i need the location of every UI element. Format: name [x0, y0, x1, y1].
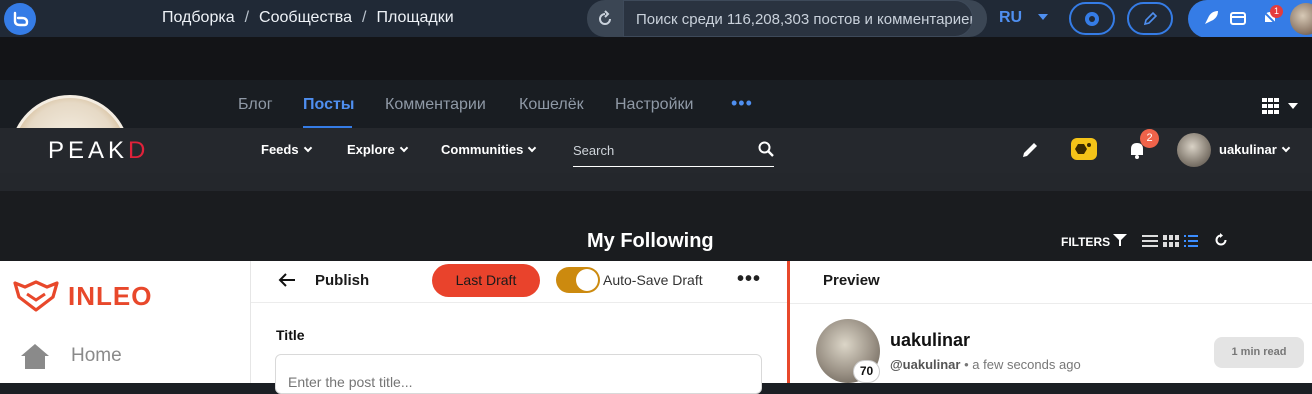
grid-view-icon[interactable] [1163, 235, 1179, 247]
list-view-icon[interactable] [1142, 235, 1158, 247]
breadcrumb-separator: / [362, 9, 367, 26]
menu-label: Feeds [261, 142, 299, 157]
notification-badge: 1 [1270, 5, 1283, 18]
editor-preview-divider[interactable] [787, 261, 790, 383]
toggle-knob [576, 269, 598, 291]
theme-icon [1085, 11, 1099, 26]
breadcrumb-item[interactable]: Подборка [162, 9, 235, 27]
filters-button[interactable]: FILTERS [1061, 234, 1128, 249]
tab-posts[interactable]: Посты [303, 96, 354, 114]
chevron-down-icon[interactable] [1038, 14, 1048, 20]
home-icon[interactable] [19, 342, 51, 370]
avatar[interactable] [1177, 133, 1211, 167]
grid-view-icon[interactable] [1262, 98, 1280, 114]
chevron-down-icon[interactable] [1288, 103, 1298, 109]
ecency-search-input[interactable]: Поиск среди 116,208,303 постов и коммент… [623, 0, 973, 37]
ecency-search: Поиск среди 116,208,303 постов и коммент… [587, 0, 987, 37]
peakd-logo-text: PEAK [48, 137, 129, 164]
author-handle[interactable]: @uakulinar [890, 357, 960, 372]
preview-title: Preview [823, 272, 880, 289]
wallet-icon[interactable] [1228, 8, 1248, 28]
menu-label: Explore [347, 142, 395, 157]
tab-wallet[interactable]: Кошелёк [519, 96, 584, 114]
menu-label: Communities [441, 142, 524, 157]
compact-list-icon[interactable] [1184, 235, 1198, 247]
chevron-down-icon [528, 143, 537, 153]
search-icon[interactable] [758, 141, 774, 157]
refresh-search-icon[interactable] [587, 0, 623, 37]
pencil-icon[interactable] [1020, 140, 1040, 160]
peakd-logo[interactable]: PEAKD [48, 137, 149, 165]
menu-feeds[interactable]: Feeds [261, 142, 312, 157]
peakd-subbar [0, 173, 1312, 191]
language-selector[interactable]: RU [999, 9, 1022, 27]
autosave-label: Auto-Save Draft [603, 272, 703, 288]
author-name[interactable]: uakulinar [890, 330, 970, 351]
chevron-down-icon [303, 143, 312, 153]
user-menu[interactable]: uakulinar [1219, 142, 1291, 157]
write-post-button[interactable] [1127, 2, 1173, 35]
page-title: My Following [587, 230, 714, 252]
chevron-down-icon [1281, 143, 1291, 153]
peakd-search[interactable]: Search [573, 135, 774, 167]
nav-home[interactable]: Home [71, 345, 122, 367]
filters-label: FILTERS [1061, 235, 1111, 249]
back-arrow-icon[interactable] [278, 272, 296, 288]
reputation-badge: 70 [853, 360, 880, 383]
publish-button[interactable]: Publish [315, 272, 369, 289]
chevron-down-icon [399, 143, 408, 153]
ecency-logo-icon [13, 11, 29, 27]
inleo-lion-logo-icon[interactable] [13, 280, 59, 312]
inleo-brand[interactable]: INLEO [68, 281, 152, 312]
author-meta: @uakulinar • a few seconds ago [890, 357, 1081, 372]
theme-toggle-button[interactable] [1069, 2, 1115, 35]
tab-blog[interactable]: Блог [238, 96, 273, 114]
breadcrumb-separator: / [244, 9, 250, 26]
peakd-search-input[interactable]: Search [573, 143, 614, 158]
pencil-icon [1143, 11, 1158, 25]
menu-communities[interactable]: Communities [441, 142, 537, 157]
tab-comments[interactable]: Комментарии [385, 96, 486, 114]
more-tabs-button[interactable]: ••• [731, 93, 753, 114]
more-options-button[interactable]: ••• [737, 268, 761, 291]
notification-badge: 2 [1140, 129, 1159, 148]
peakd-logo-accent: D [128, 137, 150, 164]
refresh-icon[interactable] [1214, 233, 1228, 247]
post-time: • a few seconds ago [964, 357, 1081, 372]
divider [790, 303, 1312, 304]
ecency-logo[interactable] [4, 3, 36, 35]
breadcrumb: Подборка / Сообщества / Площадки [162, 9, 454, 27]
read-time-badge: 1 min read [1214, 337, 1304, 368]
autosave-toggle[interactable] [556, 267, 600, 293]
tab-settings[interactable]: Настройки [615, 96, 693, 114]
filter-icon [1113, 234, 1128, 246]
username: uakulinar [1219, 142, 1277, 157]
last-draft-button[interactable]: Last Draft [432, 264, 540, 297]
hive-chat-icon[interactable] [1071, 138, 1097, 160]
title-input[interactable] [275, 354, 762, 394]
rocket-icon[interactable] [1201, 8, 1221, 28]
breadcrumb-item[interactable]: Площадки [376, 9, 453, 27]
menu-explore[interactable]: Explore [347, 142, 408, 157]
breadcrumb-item[interactable]: Сообщества [259, 9, 352, 27]
title-label: Title [276, 327, 305, 343]
